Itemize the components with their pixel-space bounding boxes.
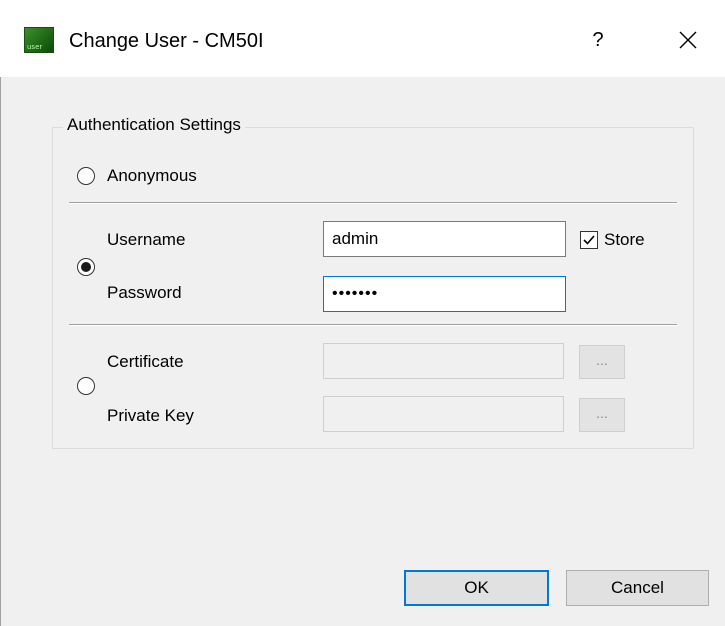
- window-title: Change User - CM50I: [69, 30, 264, 52]
- separator-top: [69, 202, 677, 204]
- app-icon: user: [24, 27, 54, 53]
- certificate-field[interactable]: [323, 343, 564, 379]
- close-icon: [679, 31, 697, 49]
- title-bar: user Change User - CM50I ?: [0, 0, 725, 77]
- anonymous-label[interactable]: Anonymous: [107, 165, 197, 187]
- private-key-field[interactable]: [323, 396, 564, 432]
- help-button[interactable]: ?: [578, 22, 618, 58]
- private-key-label: Private Key: [107, 406, 194, 425]
- anonymous-radio[interactable]: [77, 167, 95, 185]
- ok-button[interactable]: OK: [404, 570, 549, 606]
- store-label[interactable]: Store: [604, 229, 645, 251]
- username-field[interactable]: admin: [323, 221, 566, 257]
- username-password-radio[interactable]: [77, 258, 95, 276]
- app-icon-label: user: [27, 43, 43, 51]
- certificate-label: Certificate: [107, 352, 184, 371]
- username-label: Username: [107, 230, 186, 249]
- private-key-browse-button[interactable]: ...: [579, 398, 625, 432]
- certificate-browse-button[interactable]: ...: [579, 345, 625, 379]
- close-button[interactable]: [665, 22, 711, 58]
- certificate-radio[interactable]: [77, 377, 95, 395]
- checkmark-icon: [583, 235, 595, 245]
- password-field[interactable]: •••••••: [323, 276, 566, 312]
- separator-bottom: [69, 324, 677, 326]
- authentication-group-title: Authentication Settings: [63, 114, 245, 136]
- store-checkbox[interactable]: [580, 231, 598, 249]
- password-label: Password: [107, 283, 182, 302]
- cancel-button[interactable]: Cancel: [566, 570, 709, 606]
